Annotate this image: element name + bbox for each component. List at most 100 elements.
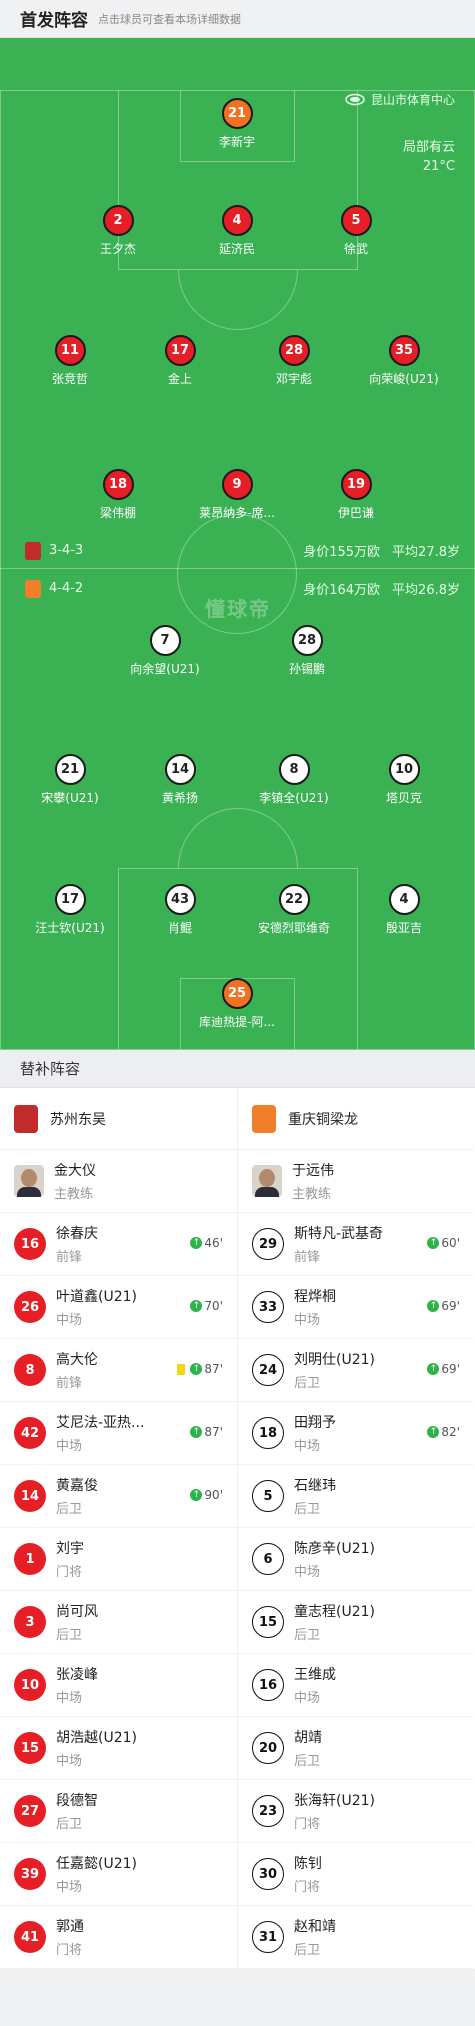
- away-coach-row[interactable]: 于远伟 主教练: [238, 1150, 474, 1213]
- jersey-number: 10: [14, 1669, 46, 1701]
- bench-player-row[interactable]: 3 尚可风 后卫: [0, 1591, 237, 1654]
- bench-player-row[interactable]: 42 艾尼法-亚热... 中场 ↑ 87': [0, 1402, 237, 1465]
- away-team-header[interactable]: 重庆铜梁龙: [238, 1088, 474, 1150]
- lineup-title: 首发阵容: [20, 11, 88, 31]
- sub-minute: 87': [204, 1362, 223, 1376]
- away-player[interactable]: 28 孙锡鹏: [242, 625, 372, 677]
- jersey-number: 29: [252, 1228, 284, 1260]
- player-name: 刘明仕(U21): [294, 1352, 375, 1368]
- away-player[interactable]: 25 库迪热提-阿...: [172, 978, 302, 1030]
- jersey-number: 30: [252, 1858, 284, 1890]
- player-position: 前锋: [294, 1250, 321, 1265]
- bench-player-row[interactable]: 31 赵和靖 后卫: [238, 1906, 474, 1969]
- player-name: 胡浩越(U21): [56, 1730, 137, 1746]
- sub-on-indicator: ↑ 90': [190, 1488, 223, 1502]
- coach-avatar: [14, 1165, 44, 1197]
- bench-player-row[interactable]: 20 胡靖 后卫: [238, 1717, 474, 1780]
- jersey-number: 8: [14, 1354, 46, 1386]
- away-player[interactable]: 7 向余望(U21): [100, 625, 230, 677]
- coach-name: 金大仪: [54, 1163, 96, 1179]
- sub-in-arrow-icon: ↑: [190, 1363, 203, 1375]
- home-player[interactable]: 19 伊巴谦: [291, 469, 421, 521]
- away-player[interactable]: 14 黄希扬: [115, 754, 245, 806]
- jersey-number: 16: [252, 1669, 284, 1701]
- bench-player-row[interactable]: 29 斯特凡-武基奇 前锋 ↑ 60': [238, 1213, 474, 1276]
- jersey-number: 4: [388, 884, 420, 915]
- bench-player-row[interactable]: 24 刘明仕(U21) 后卫 ↑ 69': [238, 1339, 474, 1402]
- player-position: 中场: [56, 1754, 83, 1769]
- home-team-logo: [25, 541, 41, 560]
- sub-on-indicator: ↑ 60': [427, 1236, 460, 1250]
- weather-text: 局部有云: [402, 140, 455, 155]
- away-player[interactable]: 10 塔贝克: [339, 754, 469, 806]
- bench-player-row[interactable]: 6 陈彦辛(U21) 中场: [238, 1528, 474, 1591]
- player-position: 门将: [56, 1943, 83, 1958]
- bench-player-row[interactable]: 23 张海轩(U21) 门将: [238, 1780, 474, 1843]
- bench-player-row[interactable]: 16 王维成 中场: [238, 1654, 474, 1717]
- bench-player-row[interactable]: 30 陈钊 门将: [238, 1843, 474, 1906]
- bench-player-row[interactable]: 39 任嘉懿(U21) 中场: [0, 1843, 237, 1906]
- bench-player-row[interactable]: 41 郭通 门将: [0, 1906, 237, 1969]
- home-player[interactable]: 9 莱昂纳多-席...: [172, 469, 302, 521]
- sub-on-indicator: ↑ 70': [190, 1299, 223, 1313]
- bench-player-row[interactable]: 16 徐春庆 前锋 ↑ 46': [0, 1213, 237, 1276]
- player-info: 张海轩(U21) 门将: [294, 1790, 375, 1832]
- home-player[interactable]: 5 徐武: [291, 205, 421, 257]
- player-position: 后卫: [56, 1817, 83, 1832]
- bench-player-row[interactable]: 26 叶道鑫(U21) 中场 ↑ 70': [0, 1276, 237, 1339]
- player-info: 陈钊 门将: [294, 1853, 322, 1895]
- player-name: 塔贝克: [385, 791, 422, 805]
- away-player[interactable]: 43 肖鲲: [115, 884, 245, 936]
- player-info: 尚可风 后卫: [56, 1601, 98, 1643]
- player-name: 王夕杰: [99, 242, 136, 256]
- home-player[interactable]: 2 王夕杰: [53, 205, 183, 257]
- home-bench-column: 苏州东吴 金大仪 主教练 16 徐春庆 前锋 ↑ 46' 26 叶道鑫(U21) 中场 ↑ 70'…: [0, 1088, 237, 1969]
- jersey-number: 7: [149, 625, 181, 656]
- home-team-logo: [14, 1104, 38, 1133]
- home-team-header[interactable]: 苏州东吴: [0, 1088, 237, 1150]
- jersey-number: 15: [14, 1732, 46, 1764]
- sub-on-indicator: ↑ 46': [190, 1236, 223, 1250]
- bench-player-row[interactable]: 33 程烨桐 中场 ↑ 69': [238, 1276, 474, 1339]
- coach-role: 主教练: [292, 1187, 332, 1202]
- jersey-number: 41: [14, 1921, 46, 1953]
- player-position: 中场: [56, 1691, 83, 1706]
- player-info: 刘宇 门将: [56, 1538, 84, 1580]
- player-name: 赵和靖: [294, 1919, 336, 1935]
- jersey-number: 43: [164, 884, 196, 915]
- bench-player-row[interactable]: 27 段德智 后卫: [0, 1780, 237, 1843]
- jersey-number: 17: [164, 335, 196, 366]
- bench-player-row[interactable]: 5 石继玮 后卫: [238, 1465, 474, 1528]
- player-name: 陈钊: [294, 1856, 322, 1872]
- home-player[interactable]: 4 延济民: [172, 205, 302, 257]
- player-info: 张凌峰 中场: [56, 1664, 98, 1706]
- weather-info: 局部有云 21°C: [403, 138, 455, 176]
- coach-avatar: [252, 1165, 282, 1197]
- bench-player-row[interactable]: 14 黄嘉俊 后卫 ↑ 90': [0, 1465, 237, 1528]
- away-player[interactable]: 4 殷亚吉: [339, 884, 469, 936]
- bench-player-row[interactable]: 10 张凌峰 中场: [0, 1654, 237, 1717]
- away-team-logo: [25, 579, 41, 598]
- bench-player-row[interactable]: 1 刘宇 门将: [0, 1528, 237, 1591]
- home-player[interactable]: 35 向荣峻(U21): [339, 335, 469, 387]
- away-bench-column: 重庆铜梁龙 于远伟 主教练 29 斯特凡-武基奇 前锋 ↑ 60' 33 程烨桐 中场 ↑ 69'…: [237, 1088, 474, 1969]
- bench-player-row[interactable]: 8 高大伦 前锋 ↑ 87': [0, 1339, 237, 1402]
- home-player[interactable]: 17 金上: [115, 335, 245, 387]
- jersey-number: 4: [221, 205, 253, 236]
- player-info: 叶道鑫(U21) 中场: [56, 1286, 137, 1328]
- player-name: 金上: [167, 372, 192, 386]
- sub-in-arrow-icon: ↑: [190, 1300, 203, 1312]
- sub-in-arrow-icon: ↑: [427, 1426, 440, 1438]
- bench-player-row[interactable]: 15 童志程(U21) 后卫: [238, 1591, 474, 1654]
- jersey-number: 18: [102, 469, 134, 500]
- away-market-value: 身价164万欧: [303, 583, 381, 598]
- home-coach-row[interactable]: 金大仪 主教练: [0, 1150, 237, 1213]
- home-market-value: 身价155万欧: [303, 545, 381, 560]
- bench-player-row[interactable]: 18 田翔予 中场 ↑ 82': [238, 1402, 474, 1465]
- bench-player-row[interactable]: 15 胡浩越(U21) 中场: [0, 1717, 237, 1780]
- player-info: 黄嘉俊 后卫: [56, 1475, 98, 1517]
- home-player[interactable]: 18 梁伟棚: [53, 469, 183, 521]
- away-avg-age: 平均26.8岁: [392, 583, 460, 598]
- home-player[interactable]: 21 李新宇: [172, 98, 302, 150]
- home-team-name: 苏州东吴: [50, 1111, 106, 1128]
